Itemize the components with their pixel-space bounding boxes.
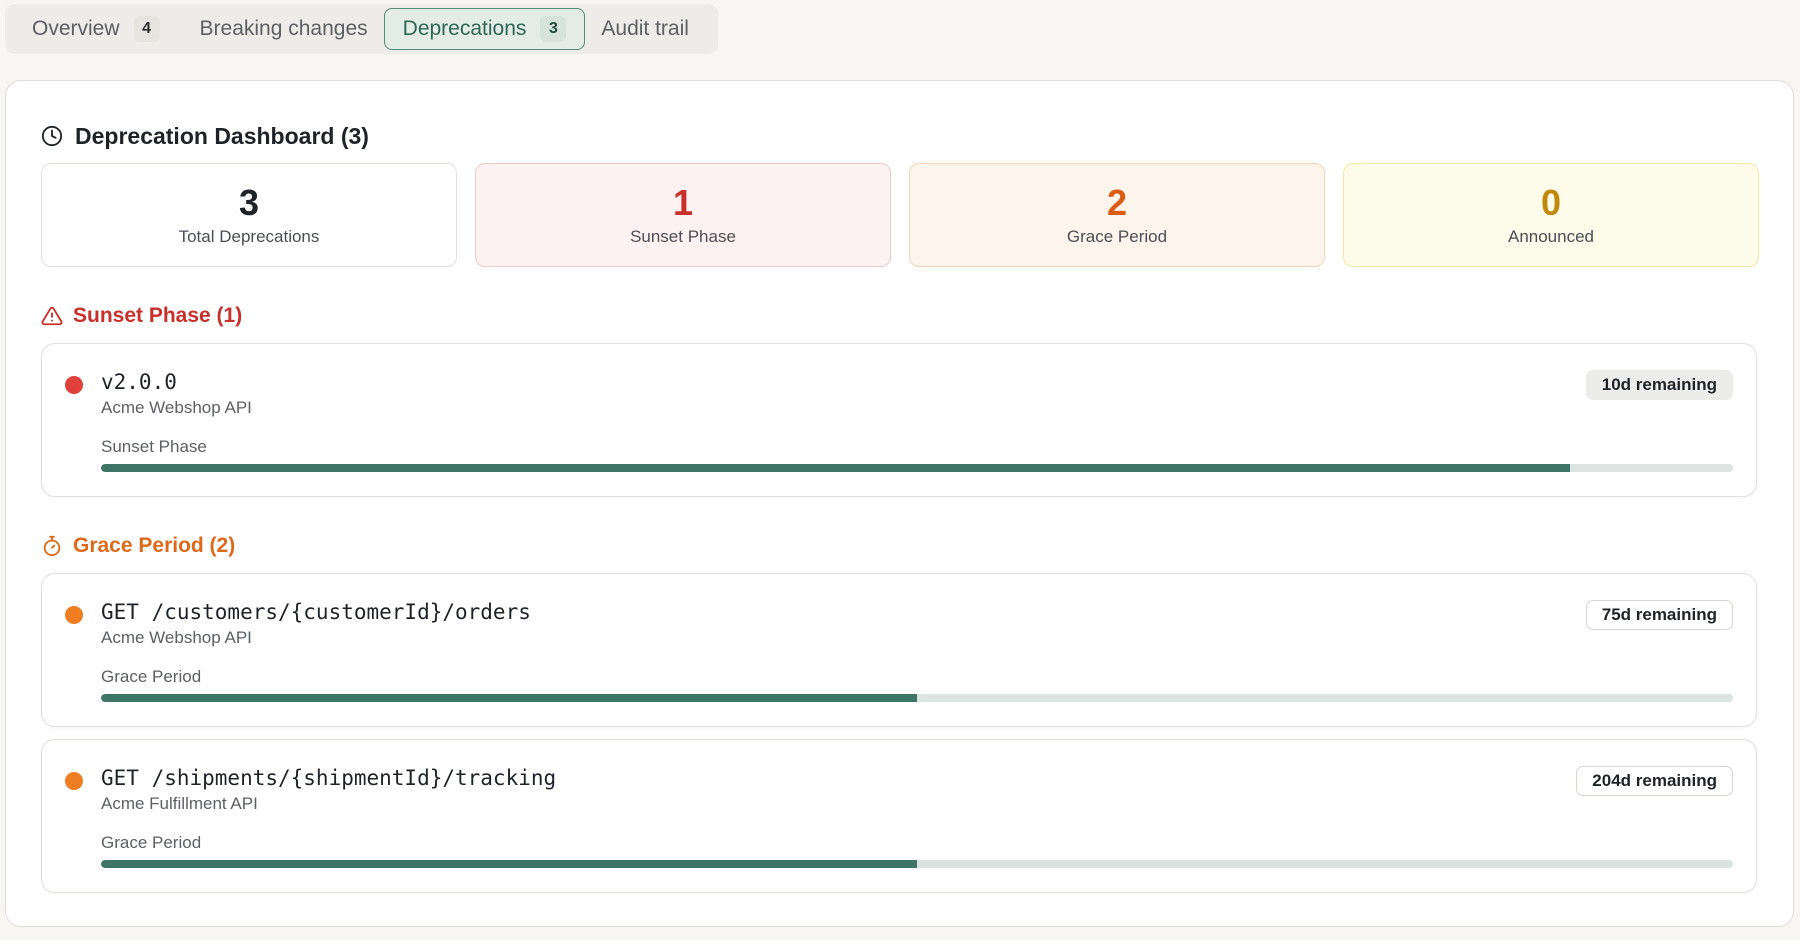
tab-breaking-changes[interactable]: Breaking changes [180, 8, 386, 50]
item-path: GET /shipments/{shipmentId}/tracking [101, 766, 557, 790]
item-phase: Grace Period [101, 833, 202, 852]
deprecation-panel: Deprecation Dashboard (3) 3 Total Deprec… [5, 80, 1794, 927]
item-path: GET /customers/{customerId}/orders [101, 600, 531, 624]
warning-triangle-icon [41, 306, 63, 326]
stat-value: 0 [1540, 182, 1562, 223]
stat-card-total: 3 Total Deprecations [41, 163, 457, 267]
progress-fill [101, 860, 917, 868]
tab-deprecations[interactable]: Deprecations 3 [383, 8, 586, 50]
stat-value: 3 [238, 182, 260, 223]
stat-card-announced: 0 Announced [1343, 163, 1759, 267]
item-path: v2.0.0 [101, 370, 177, 394]
stat-label: Grace Period [1066, 227, 1168, 246]
deprecation-item[interactable]: v2.0.0 Acme Webshop API 10d remaining Su… [41, 343, 1757, 497]
status-dot [65, 772, 83, 790]
stat-value: 2 [1106, 182, 1128, 223]
tab-deprecations-count: 3 [540, 16, 567, 42]
progress-bar [101, 694, 1733, 702]
tab-overview-count: 4 [133, 16, 160, 42]
stopwatch-icon [43, 535, 61, 557]
tab-deprecations-label: Deprecations [402, 17, 527, 40]
tab-overview-label: Overview [32, 17, 120, 40]
stat-label: Sunset Phase [630, 227, 736, 246]
tab-bar: Overview 4 Breaking changes Deprecations… [5, 4, 718, 54]
stat-card-grace: 2 Grace Period [909, 163, 1325, 267]
clock-icon [41, 125, 63, 147]
progress-fill [101, 694, 917, 702]
section-heading-grace: Grace Period (2) [41, 531, 235, 561]
remaining-badge: 204d remaining [1576, 766, 1733, 796]
tab-audit-trail-label: Audit trail [601, 17, 689, 40]
section-heading-text: Grace Period (2) [73, 534, 236, 557]
progress-bar [101, 860, 1733, 868]
progress-fill [101, 464, 1570, 472]
item-api: Acme Webshop API [101, 628, 252, 647]
deprecation-item[interactable]: GET /customers/{customerId}/orders Acme … [41, 573, 1757, 727]
tab-breaking-changes-label: Breaking changes [199, 17, 368, 40]
stat-card-sunset: 1 Sunset Phase [475, 163, 891, 267]
item-phase: Grace Period [101, 667, 202, 686]
stat-label: Announced [1507, 227, 1595, 246]
remaining-badge: 10d remaining [1585, 370, 1733, 400]
progress-bar [101, 464, 1733, 472]
tab-audit-trail[interactable]: Audit trail [585, 8, 709, 50]
item-api: Acme Webshop API [101, 398, 252, 417]
item-api: Acme Fulfillment API [101, 794, 258, 813]
page-title: Deprecation Dashboard (3) [41, 121, 369, 151]
stat-value: 1 [672, 182, 694, 223]
remaining-badge: 75d remaining [1585, 600, 1733, 630]
deprecation-item[interactable]: GET /shipments/{shipmentId}/tracking Acm… [41, 739, 1757, 893]
tab-overview[interactable]: Overview 4 [9, 8, 180, 50]
stat-label: Total Deprecations [178, 227, 320, 246]
page-title-text: Deprecation Dashboard (3) [75, 122, 369, 149]
status-dot [65, 376, 83, 394]
section-heading-text: Sunset Phase (1) [73, 304, 243, 327]
item-phase: Sunset Phase [101, 437, 207, 456]
section-heading-sunset: Sunset Phase (1) [41, 301, 242, 331]
status-dot [65, 606, 83, 624]
